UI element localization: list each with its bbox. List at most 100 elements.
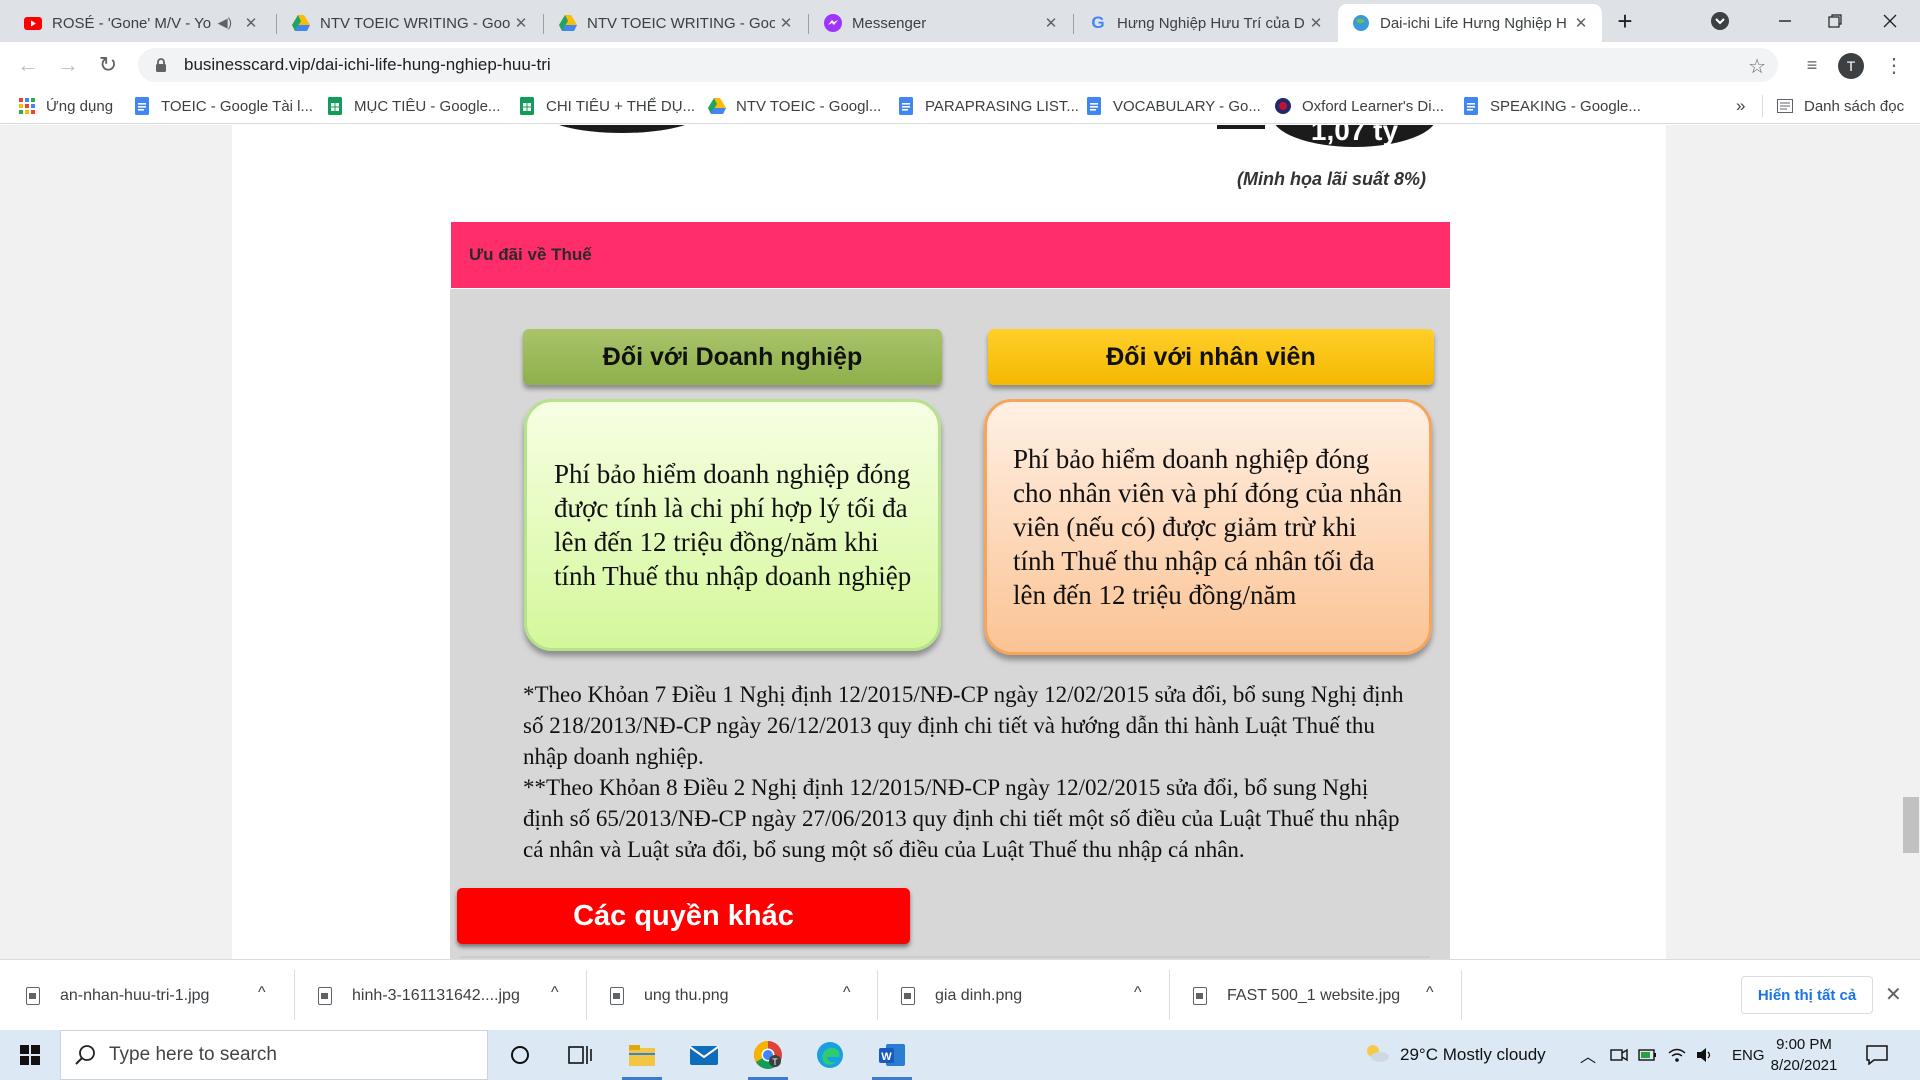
chevron-up-icon[interactable]: ︿ — [1580, 1030, 1596, 1080]
profile-avatar[interactable]: T — [1838, 53, 1864, 79]
google-docs-icon — [1085, 97, 1103, 115]
download-item[interactable]: FAST 500_1 website.jpg — [1193, 960, 1400, 1031]
mail-icon[interactable] — [676, 1030, 732, 1080]
meet-now-icon[interactable] — [1610, 1030, 1628, 1080]
image-file-icon — [26, 986, 40, 1005]
tab-title: ROSÉ - 'Gone' M/V - Yo — [52, 14, 212, 32]
restore-button[interactable] — [1810, 0, 1860, 42]
tab-youtube[interactable]: ROSÉ - 'Gone' M/V - Yo ◀) ✕ — [10, 4, 272, 42]
notification-icon[interactable] — [1866, 1030, 1888, 1080]
lock-icon[interactable] — [138, 57, 184, 73]
scrollbar-thumb[interactable] — [1903, 797, 1919, 853]
bookmark-label: CHI TIÊU + THỂ DỤ... — [546, 97, 696, 115]
minimize-button[interactable] — [1760, 0, 1810, 42]
tab-divider — [276, 14, 277, 34]
tab-google-search[interactable]: G Hưng Nghiệp Hưu Trí của D ✕ — [1075, 4, 1337, 42]
tab-divider — [543, 14, 544, 34]
bookmark-item[interactable]: Oxford Learner's Di... — [1274, 94, 1444, 118]
chevron-up-icon[interactable]: ^ — [258, 984, 266, 1002]
chevron-up-icon[interactable]: ^ — [551, 984, 559, 1002]
download-filename: hinh-3-161131642....jpg — [352, 986, 520, 1004]
google-drive-icon — [708, 97, 726, 115]
download-filename: FAST 500_1 website.jpg — [1227, 986, 1401, 1004]
reading-list-button[interactable]: Danh sách đọc — [1776, 94, 1904, 118]
google-docs-icon — [1462, 97, 1480, 115]
tab-title: Messenger — [852, 14, 927, 32]
bookmark-divider — [1762, 95, 1763, 117]
bookmark-item[interactable]: PARAPRASING LIST... — [897, 94, 1079, 118]
close-tab-icon[interactable]: ✕ — [1570, 14, 1592, 32]
tab-drive-2[interactable]: NTV TOEIC WRITING - Goog ✕ — [545, 4, 807, 42]
bookmark-item[interactable]: VOCABULARY - Go... — [1085, 94, 1261, 118]
clock-time: 9:00 PM — [1776, 1036, 1832, 1053]
google-sheets-icon — [326, 97, 344, 115]
close-tab-icon[interactable]: ✕ — [510, 14, 532, 32]
other-rights-button[interactable]: Các quyền khác — [457, 888, 910, 944]
reload-button[interactable]: ↻ — [92, 49, 124, 81]
tab-title: NTV TOEIC WRITING - Goog — [320, 14, 510, 32]
tab-drive-1[interactable]: NTV TOEIC WRITING - Goog ✕ — [278, 4, 542, 42]
system-clock[interactable]: 9:00 PM 8/20/2021 — [1754, 1034, 1854, 1076]
taskbar-search-box[interactable]: Type here to search — [60, 1030, 488, 1080]
forward-button[interactable]: → — [52, 49, 84, 81]
task-view-icon[interactable] — [552, 1030, 608, 1080]
close-tab-icon[interactable]: ✕ — [240, 14, 262, 32]
back-button[interactable]: ← — [12, 49, 44, 81]
windows-start-icon[interactable] — [0, 1030, 60, 1080]
new-tab-button[interactable]: + — [1600, 0, 1650, 42]
edge-icon[interactable] — [802, 1030, 858, 1080]
cortana-icon[interactable] — [492, 1030, 548, 1080]
file-explorer-icon[interactable] — [614, 1030, 670, 1080]
tab-search-button[interactable] — [1695, 0, 1745, 42]
download-filename: gia dinh.png — [935, 986, 1023, 1004]
bookmark-item[interactable]: NTV TOEIC - Googl... — [708, 94, 881, 118]
bookmark-item[interactable]: SPEAKING - Google... — [1462, 94, 1641, 118]
close-shelf-icon[interactable]: ✕ — [1885, 982, 1902, 1007]
illustration-arrow — [1217, 125, 1265, 129]
close-tab-icon[interactable]: ✕ — [1305, 14, 1327, 32]
chevron-up-icon[interactable]: ^ — [1426, 984, 1434, 1002]
download-item[interactable]: hinh-3-161131642....jpg — [318, 960, 520, 1031]
chrome-icon[interactable]: T — [740, 1030, 796, 1080]
reading-queue-icon[interactable]: ≡ — [1796, 49, 1828, 81]
chevron-up-icon[interactable]: ^ — [843, 984, 851, 1002]
volume-icon[interactable] — [1696, 1030, 1714, 1080]
download-filename: ung thu.png — [644, 986, 729, 1004]
download-item[interactable]: an-nhan-huu-tri-1.jpg — [26, 960, 209, 1031]
bookmark-item[interactable]: CHI TIÊU + THỂ DỤ... — [518, 94, 695, 118]
search-placeholder: Type here to search — [109, 1044, 277, 1065]
messenger-icon — [824, 14, 842, 32]
bookmark-item[interactable]: TOEIC - Google Tài l... — [133, 94, 313, 118]
download-item[interactable]: gia dinh.png — [901, 960, 1022, 1031]
bookmark-label: NTV TOEIC - Googl... — [736, 97, 882, 115]
download-item[interactable]: ung thu.png — [610, 960, 729, 1031]
enterprise-card: Phí bảo hiểm doanh nghiệp đóng được tính… — [524, 399, 941, 651]
bookmark-item[interactable]: MỤC TIÊU - Google... — [326, 94, 500, 118]
bookmarks-bar: Ứng dụng TOEIC - Google Tài l... MỤC TIÊ… — [0, 88, 1920, 124]
close-tab-icon[interactable]: ✕ — [1040, 14, 1062, 32]
show-all-downloads-button[interactable]: Hiển thị tất cả — [1741, 976, 1873, 1014]
wifi-icon[interactable] — [1668, 1030, 1686, 1080]
bookmark-label: SPEAKING - Google... — [1490, 97, 1641, 115]
section-title-bar: Ưu đãi về Thuế — [451, 222, 1450, 288]
battery-icon[interactable] — [1638, 1030, 1658, 1080]
bookmark-star-icon[interactable]: ☆ — [1748, 54, 1766, 79]
close-tab-icon[interactable]: ✕ — [775, 14, 797, 32]
more-bookmarks-button[interactable]: » — [1736, 94, 1745, 118]
svg-text:W: W — [881, 1051, 892, 1063]
chevron-up-icon[interactable]: ^ — [1134, 984, 1142, 1002]
section-title: Ưu đãi về Thuế — [469, 245, 592, 264]
employee-card: Phí bảo hiểm doanh nghiệp đóng cho nhân … — [984, 399, 1432, 655]
address-bar[interactable]: businesscard.vip/dai-ichi-life-hung-nghi… — [138, 48, 1778, 82]
tab-messenger[interactable]: Messenger ✕ — [810, 4, 1072, 42]
apps-shortcut[interactable]: Ứng dụng — [18, 94, 113, 118]
weather-widget[interactable]: 29°C Mostly cloudy — [1364, 1030, 1546, 1080]
word-icon[interactable]: W — [864, 1030, 920, 1080]
cloud-sun-icon — [1364, 1043, 1390, 1068]
apps-grid-icon — [18, 97, 36, 115]
window-close-button[interactable] — [1865, 0, 1915, 42]
tab-daiichi-active[interactable]: Dai-ichi Life Hưng Nghiệp H ✕ — [1338, 4, 1602, 42]
audio-playing-icon[interactable]: ◀) — [218, 15, 232, 31]
legal-notes: *Theo Khỏan 7 Điều 1 Nghị định 12/2015/N… — [523, 679, 1413, 865]
menu-kebab-icon[interactable]: ⋮ — [1878, 49, 1910, 81]
